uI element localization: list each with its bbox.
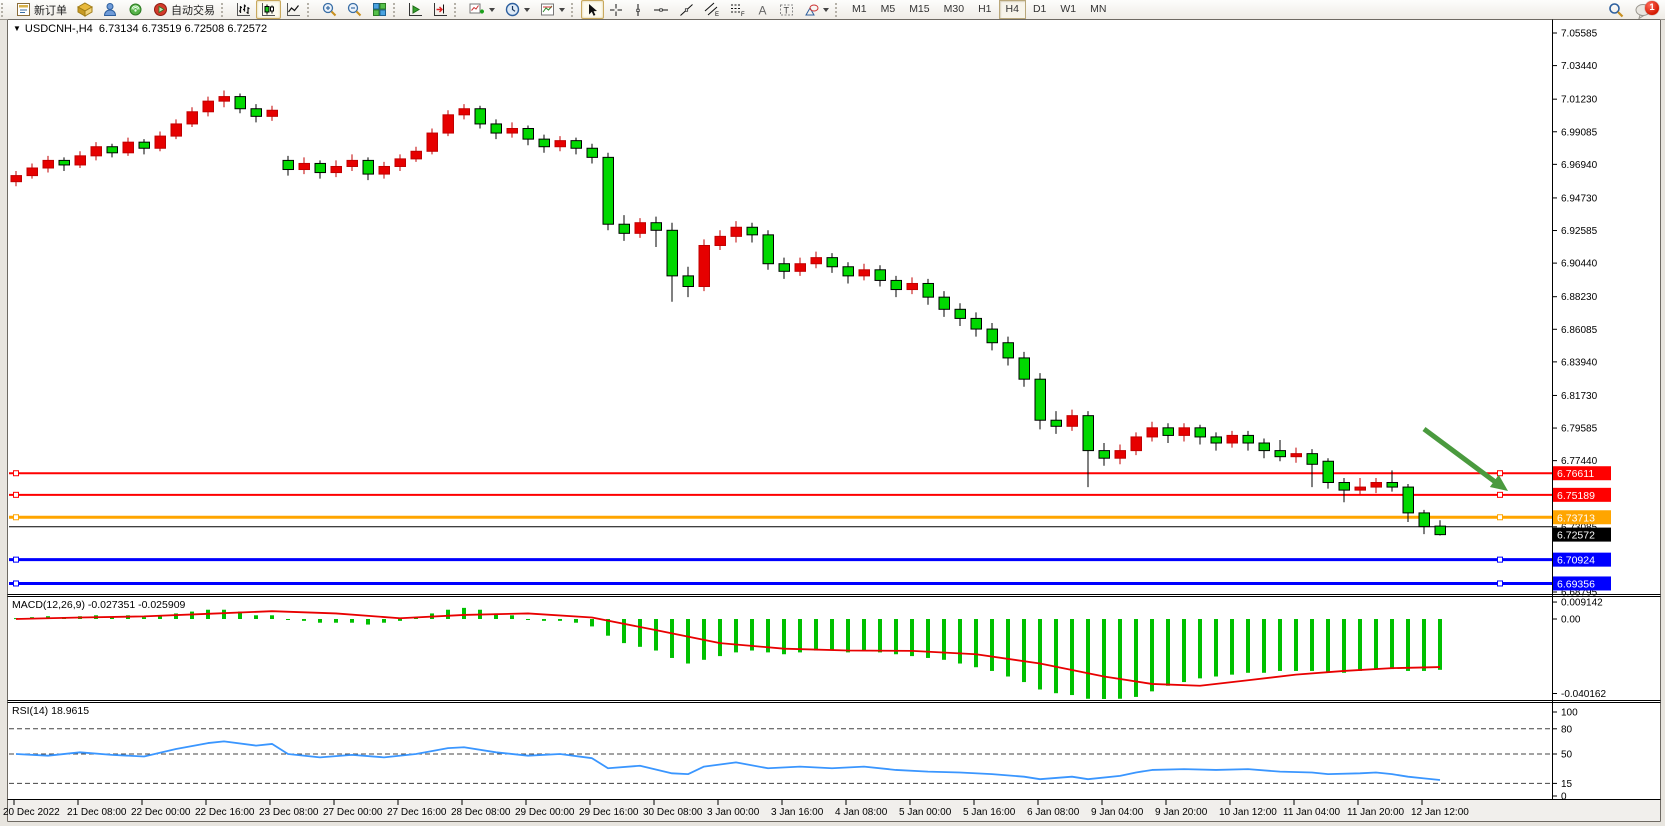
svg-text:9 Jan 04:00: 9 Jan 04:00 — [1091, 807, 1144, 818]
macd-values: -0.027351 -0.025909 — [88, 599, 186, 611]
svg-text:6.86085: 6.86085 — [1561, 325, 1598, 336]
svg-text:7.01230: 7.01230 — [1561, 95, 1598, 106]
svg-text:6.70924: 6.70924 — [1557, 555, 1595, 567]
mt4-window: 新订单 自动交易 — [0, 0, 1665, 826]
svg-text:6.75189: 6.75189 — [1557, 490, 1595, 502]
svg-text:6.94730: 6.94730 — [1561, 193, 1598, 204]
svg-text:29 Dec 16:00: 29 Dec 16:00 — [579, 807, 639, 818]
svg-text:0.009142: 0.009142 — [1561, 598, 1603, 609]
chart-symbol-period: USDCNH-,H4 — [25, 23, 93, 35]
svg-text:10 Jan 12:00: 10 Jan 12:00 — [1219, 807, 1277, 818]
line-handle[interactable] — [1498, 581, 1503, 586]
macd-indicator-label: MACD(12,26,9) -0.027351 -0.025909 — [12, 599, 185, 611]
line-handle[interactable] — [1498, 557, 1503, 562]
chart-background — [7, 19, 1661, 822]
rsi-name: RSI(14) — [12, 705, 48, 717]
svg-text:27 Dec 16:00: 27 Dec 16:00 — [387, 807, 447, 818]
rsi-value: 18.9615 — [51, 705, 89, 717]
svg-text:6.90440: 6.90440 — [1561, 259, 1598, 270]
chart-ohlc-values: 6.73134 6.73519 6.72508 6.72572 — [99, 23, 267, 35]
chart-window[interactable]: 7.05585 7.03440 7.01230 6.99085 6.96940 6.947… — [0, 0, 1665, 826]
line-handle[interactable] — [14, 557, 19, 562]
svg-text:6.88230: 6.88230 — [1561, 292, 1598, 303]
svg-text:6.73713: 6.73713 — [1557, 512, 1595, 524]
svg-text:28 Dec 08:00: 28 Dec 08:00 — [451, 807, 511, 818]
macd-name: MACD(12,26,9) — [12, 599, 85, 611]
svg-text:6.69356: 6.69356 — [1557, 578, 1595, 590]
svg-text:5 Jan 16:00: 5 Jan 16:00 — [963, 807, 1016, 818]
chart-title: ▼ USDCNH-,H4 6.73134 6.73519 6.72508 6.72… — [13, 23, 267, 35]
svg-text:6.72572: 6.72572 — [1557, 530, 1595, 542]
svg-text:11 Jan 20:00: 11 Jan 20:00 — [1347, 807, 1405, 818]
svg-text:80: 80 — [1561, 724, 1573, 735]
rsi-indicator-label: RSI(14) 18.9615 — [12, 705, 89, 717]
svg-text:21 Dec 08:00: 21 Dec 08:00 — [67, 807, 127, 818]
svg-text:22 Dec 00:00: 22 Dec 00:00 — [131, 807, 191, 818]
svg-text:6.76611: 6.76611 — [1557, 468, 1594, 480]
line-handle[interactable] — [14, 492, 19, 497]
svg-text:30 Dec 08:00: 30 Dec 08:00 — [643, 807, 703, 818]
line-handle[interactable] — [1498, 471, 1503, 476]
svg-text:15: 15 — [1561, 779, 1573, 790]
svg-text:11 Jan 04:00: 11 Jan 04:00 — [1283, 807, 1341, 818]
svg-text:-0.040162: -0.040162 — [1561, 689, 1606, 700]
line-handle[interactable] — [14, 515, 19, 520]
svg-text:23 Dec 08:00: 23 Dec 08:00 — [259, 807, 319, 818]
svg-text:7.05585: 7.05585 — [1561, 29, 1598, 40]
line-handle[interactable] — [14, 471, 19, 476]
svg-text:9 Jan 20:00: 9 Jan 20:00 — [1155, 807, 1208, 818]
svg-text:6.79585: 6.79585 — [1561, 424, 1598, 435]
svg-text:12 Jan 12:00: 12 Jan 12:00 — [1411, 807, 1469, 818]
svg-text:0.00: 0.00 — [1561, 615, 1581, 626]
svg-text:27 Dec 00:00: 27 Dec 00:00 — [323, 807, 383, 818]
svg-text:0: 0 — [1561, 792, 1567, 803]
line-handle[interactable] — [1498, 492, 1503, 497]
svg-text:50: 50 — [1561, 750, 1573, 761]
svg-text:7.03440: 7.03440 — [1561, 61, 1598, 72]
line-handle[interactable] — [14, 581, 19, 586]
svg-text:6.99085: 6.99085 — [1561, 127, 1598, 138]
svg-text:6 Jan 08:00: 6 Jan 08:00 — [1027, 807, 1080, 818]
chart-canvas[interactable]: 7.05585 7.03440 7.01230 6.99085 6.96940 6.947… — [0, 0, 1665, 826]
svg-text:20 Dec 2022: 20 Dec 2022 — [3, 807, 60, 818]
svg-text:6.81730: 6.81730 — [1561, 391, 1598, 402]
svg-text:100: 100 — [1561, 708, 1578, 719]
svg-text:6.83940: 6.83940 — [1561, 357, 1598, 368]
svg-text:3 Jan 00:00: 3 Jan 00:00 — [707, 807, 760, 818]
svg-text:4 Jan 08:00: 4 Jan 08:00 — [835, 807, 888, 818]
svg-text:3 Jan 16:00: 3 Jan 16:00 — [771, 807, 824, 818]
svg-text:6.92585: 6.92585 — [1561, 226, 1598, 237]
svg-text:6.96940: 6.96940 — [1561, 160, 1598, 171]
svg-text:22 Dec 16:00: 22 Dec 16:00 — [195, 807, 255, 818]
collapse-triangle-icon[interactable]: ▼ — [13, 24, 21, 33]
svg-text:5 Jan 00:00: 5 Jan 00:00 — [899, 807, 952, 818]
line-handle[interactable] — [1498, 515, 1503, 520]
svg-text:29 Dec 00:00: 29 Dec 00:00 — [515, 807, 575, 818]
svg-text:6.77440: 6.77440 — [1561, 456, 1598, 467]
